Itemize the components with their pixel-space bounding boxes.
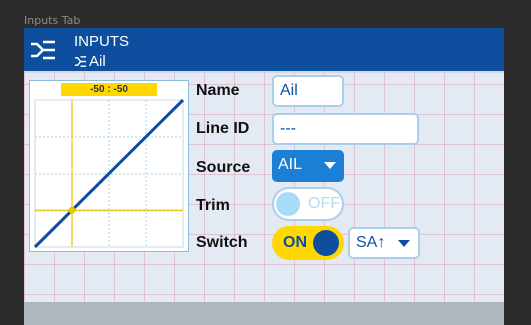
chevron-down-icon	[398, 240, 410, 247]
trim-toggle-state: OFF	[308, 195, 340, 212]
curve-graph	[33, 98, 185, 249]
switch-source-dropdown[interactable]: SA↑	[348, 227, 420, 259]
line-id-label: Line ID	[196, 120, 250, 137]
switch-source-value: SA↑	[356, 234, 386, 251]
switch-toggle[interactable]: ON	[272, 226, 344, 260]
footer-bar	[24, 302, 504, 325]
chevron-down-icon	[324, 162, 336, 169]
source-value: AIL	[278, 156, 303, 173]
trim-label: Trim	[196, 197, 230, 214]
trim-toggle-knob	[276, 192, 300, 216]
input-curve-preview: -50 : -50	[29, 80, 189, 252]
page-title: INPUTS	[74, 33, 130, 50]
inputs-panel: INPUTS Ail -50 : -50 Name Ail Line ID --…	[24, 28, 504, 325]
curve-cursor-point	[68, 206, 76, 214]
page-subtitle: Ail	[74, 53, 106, 70]
page-header: INPUTS Ail	[24, 28, 504, 73]
switch-label: Switch	[196, 234, 248, 251]
input-icon	[74, 56, 87, 67]
line-id-field[interactable]: ---	[272, 113, 419, 145]
switch-toggle-state: ON	[283, 234, 307, 251]
page-subtitle-text: Ail	[89, 53, 106, 70]
inputs-logo-icon	[31, 40, 55, 60]
source-dropdown[interactable]: AIL	[272, 150, 344, 182]
switch-toggle-knob	[313, 230, 339, 256]
tab-caption: Inputs Tab	[24, 14, 81, 27]
name-label: Name	[196, 82, 240, 99]
name-field[interactable]: Ail	[272, 75, 344, 107]
trim-toggle[interactable]: OFF	[272, 187, 344, 221]
source-label: Source	[196, 159, 251, 176]
